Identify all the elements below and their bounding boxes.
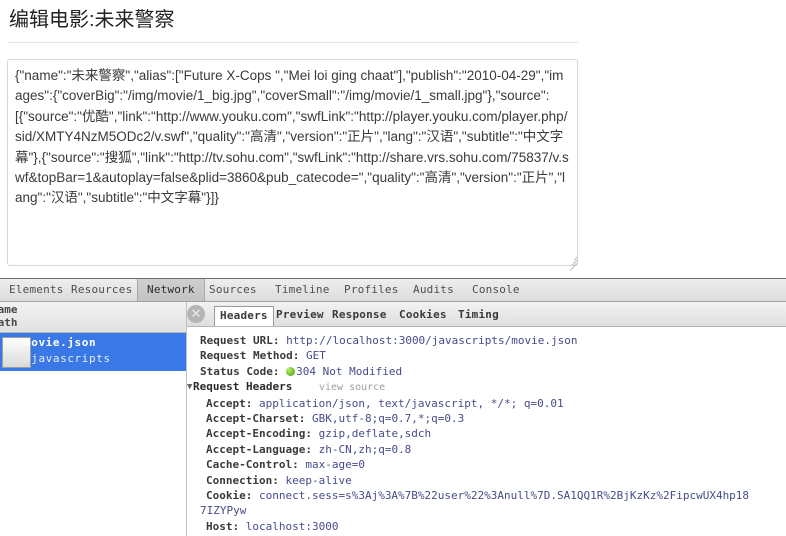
tab-console[interactable]: Console — [463, 279, 529, 301]
header-value: zh-CN,zh;q=0.8 — [318, 442, 412, 456]
request-method-line: Request Method: GET — [187, 348, 786, 363]
header-value: max-age=0 — [305, 458, 365, 472]
devtools-tabbar: Elements Resources Network Sources Timel… — [0, 279, 786, 302]
header-value: keep-alive — [285, 473, 352, 487]
movie-json-textarea[interactable] — [7, 59, 578, 266]
subtab-preview[interactable]: Preview — [271, 306, 329, 323]
title-divider — [8, 42, 578, 43]
tab-profiles[interactable]: Profiles — [335, 279, 408, 301]
subtab-headers[interactable]: Headers — [214, 306, 274, 326]
header-key: Cache-Control: — [206, 458, 299, 472]
header-value-cookie-cont: 7IZYPyw — [200, 504, 247, 518]
header-key: Accept-Charset: — [206, 412, 306, 426]
header-value-cookie-wrap: 7IZYPyw — [187, 503, 786, 518]
header-row-host: Host: localhost:3000 — [187, 519, 786, 534]
header-row: Accept-Language: zh-CN,zh;q=0.8 — [187, 442, 786, 457]
subtab-cookies[interactable]: Cookies — [394, 306, 452, 323]
page-title: 编辑电影:未来警察 — [9, 9, 175, 31]
detail-toolbar: ✕ Headers Preview Response Cookies Timin… — [187, 302, 786, 327]
request-name: movie.json — [24, 336, 97, 349]
request-method-key: Request Method: — [200, 349, 300, 363]
subtab-timing[interactable]: Timing — [453, 306, 504, 323]
request-url-value[interactable]: http://localhost:3000/javascripts/movie.… — [286, 334, 577, 347]
header-row: Accept: application/json, text/javascrip… — [187, 396, 786, 411]
tab-network[interactable]: Network — [137, 279, 205, 301]
request-headers-section[interactable]: ▼ Request Headers view source — [187, 379, 786, 395]
chevron-down-icon[interactable]: ▼ — [187, 380, 196, 395]
tab-audits[interactable]: Audits — [404, 279, 463, 301]
header-row: Connection: keep-alive — [187, 473, 786, 488]
header-value: GBK,utf-8;q=0.7,*;q=0.3 — [311, 412, 465, 426]
view-source-link[interactable]: view source — [299, 382, 385, 393]
close-icon[interactable]: ✕ — [187, 305, 205, 323]
subtab-response[interactable]: Response — [327, 306, 392, 323]
network-request-list[interactable]: Name Path movie.json /javascripts — [0, 302, 187, 536]
header-row-cookie: Cookie: connect.sess=s%3Aj%3A%7B%22user%… — [187, 488, 786, 503]
header-row: Cache-Control: max-age=0 — [187, 457, 786, 472]
headers-content: Request URL: http://localhost:3000/javas… — [187, 327, 786, 536]
header-key-host: Host: — [206, 519, 240, 533]
status-ok-icon — [286, 366, 296, 376]
header-value: gzip,deflate,sdch — [318, 427, 432, 441]
header-key: Accept-Language: — [206, 442, 312, 456]
status-code-line: Status Code: 304 Not Modified — [187, 364, 786, 379]
request-url-line: Request URL: http://localhost:3000/javas… — [187, 333, 786, 348]
header-value-host: localhost:3000 — [245, 519, 339, 533]
web-page-area: 编辑电影:未来警察 — [0, 0, 786, 278]
header-value: application/json, text/javascript, */*; … — [258, 396, 564, 410]
header-row: Accept-Charset: GBK,utf-8;q=0.7,*;q=0.3 — [187, 411, 786, 426]
header-key: Accept-Encoding: — [206, 427, 312, 441]
request-list-header: Name Path — [0, 302, 186, 333]
request-detail-pane: ✕ Headers Preview Response Cookies Timin… — [187, 302, 786, 536]
request-row-movie-json[interactable]: movie.json /javascripts — [0, 333, 186, 371]
request-url-key: Request URL: — [200, 334, 280, 347]
devtools-body: Name Path movie.json /javascripts ✕ Head… — [0, 302, 786, 536]
tab-resources[interactable]: Resources — [62, 279, 141, 301]
header-key: Connection: — [206, 473, 279, 487]
tab-sources[interactable]: Sources — [200, 279, 266, 301]
header-key: Accept: — [206, 396, 253, 410]
devtools-panel: Elements Resources Network Sources Timel… — [0, 278, 786, 536]
status-code-key: Status Code: — [200, 364, 280, 378]
header-key-cookie: Cookie: — [206, 489, 253, 503]
tab-timeline[interactable]: Timeline — [266, 279, 339, 301]
request-path: /javascripts — [24, 352, 111, 365]
header-row: Accept-Encoding: gzip,deflate,sdch — [187, 426, 786, 441]
status-code-value: 304 Not Modified — [296, 364, 403, 378]
column-header-path[interactable]: Path — [0, 316, 18, 329]
request-method-value: GET — [305, 349, 326, 363]
column-header-name[interactable]: Name — [0, 303, 18, 316]
header-value-cookie: connect.sess=s%3Aj%3A%7B%22user%22%3Anul… — [258, 489, 750, 503]
request-headers-title: Request Headers — [193, 380, 293, 394]
